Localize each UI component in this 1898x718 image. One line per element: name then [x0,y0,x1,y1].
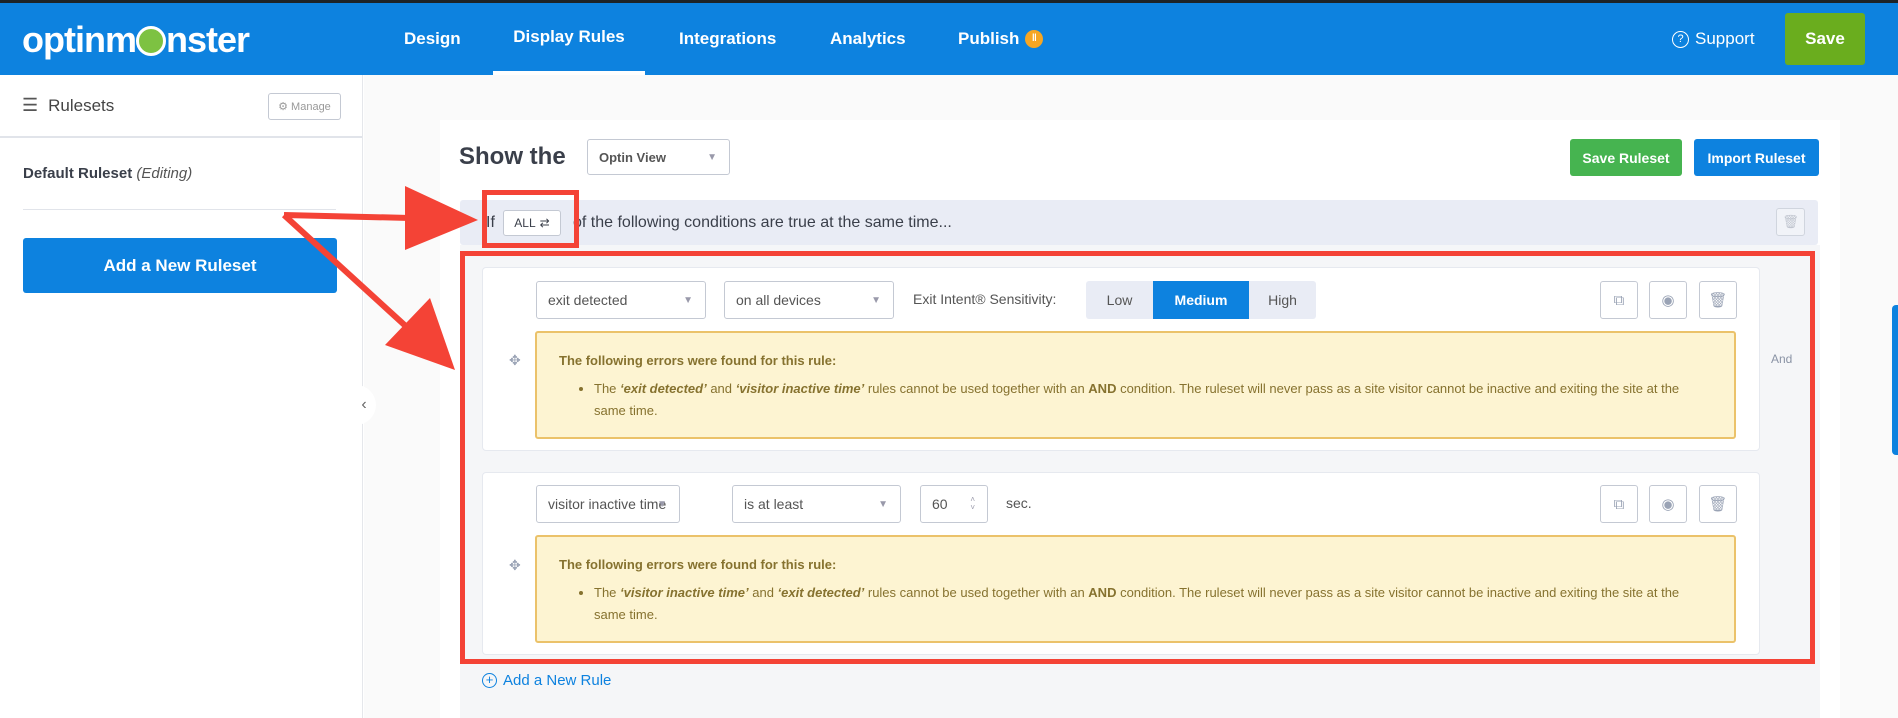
monster-logo-icon [135,26,166,56]
top-nav-bar: optinm nster Design Display Rules Integra… [0,3,1898,75]
show-the-label: Show the [459,143,566,170]
nav-publish-label: Publish [958,29,1020,48]
annotation-highlight-rules [460,251,1815,664]
chevron-down-icon: ▼ [707,151,717,163]
support-label: Support [1695,29,1755,48]
annotation-highlight-all-toggle [482,190,579,248]
nav-publish[interactable]: Publish ǁ [958,3,1044,75]
manage-label: Manage [291,100,331,113]
rulesets-sidebar: ☰ Rulesets ⚙ Manage Default Ruleset (Editi… [0,75,363,718]
nav-display-rules[interactable]: Display Rules [493,3,645,75]
gear-icon: ⚙ [278,101,289,113]
ruleset-name: Default Ruleset [23,165,133,182]
save-ruleset-button[interactable]: Save Ruleset [1570,139,1682,176]
manage-button[interactable]: ⚙ Manage [268,93,341,120]
ruleset-status: (Editing) [136,165,193,182]
paused-badge-icon: ǁ [1025,30,1044,48]
optinmonster-logo[interactable]: optinm nster [22,19,250,61]
sidebar-divider [23,209,336,210]
condition-text: of the following conditions are true at … [573,213,952,231]
add-ruleset-button[interactable]: Add a New Ruleset [23,238,337,293]
view-select[interactable]: Optin View ▼ [587,139,730,175]
delete-ruleset-trash-icon[interactable]: 🗑 [1776,208,1805,236]
plus-circle-icon: + [482,673,497,688]
help-icon: ? [1672,30,1689,48]
ruleset-item-default[interactable]: Default Ruleset (Editing) [23,165,192,182]
add-rule-label: Add a New Rule [503,672,612,689]
nav-analytics[interactable]: Analytics [830,3,906,75]
nav-design[interactable]: Design [404,3,461,75]
support-link[interactable]: ? Support [1672,3,1755,75]
side-feedback-tab[interactable] [1892,305,1898,455]
import-ruleset-button[interactable]: Import Ruleset [1694,139,1819,176]
view-select-value: Optin View [599,149,666,165]
checklist-icon: ☰ [22,95,39,115]
rulesets-title: Rulesets [48,95,115,115]
condition-bar: If ALL ⇄ of the following conditions are … [460,200,1818,245]
nav-integrations[interactable]: Integrations [679,3,776,75]
add-rule-link[interactable]: + Add a New Rule [482,672,611,689]
save-button[interactable]: Save [1785,13,1865,65]
